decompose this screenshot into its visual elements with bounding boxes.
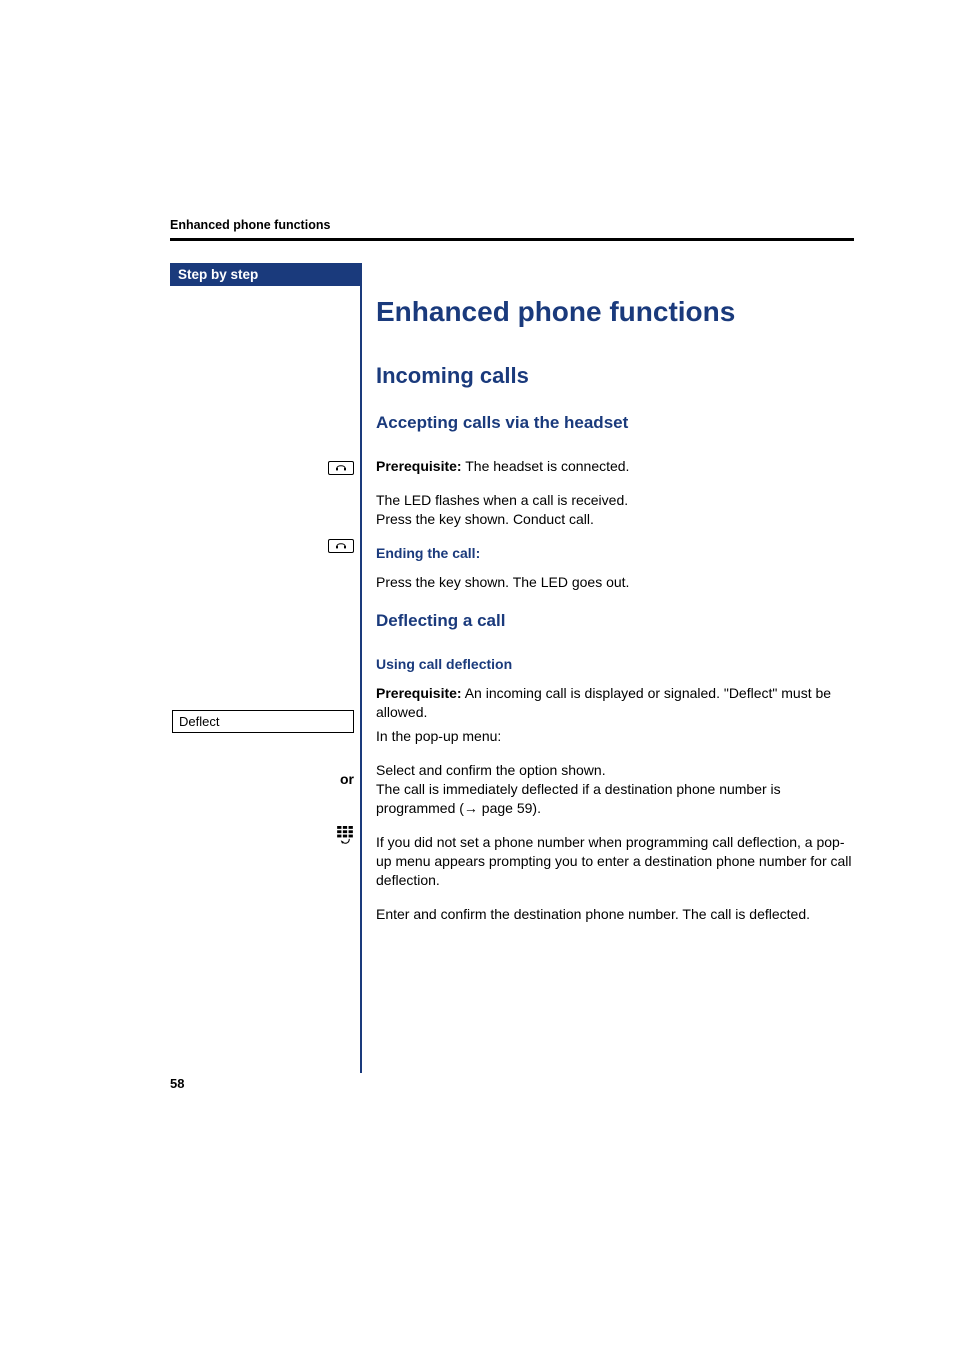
prereq-1-text: The headset is connected.: [462, 458, 630, 474]
popup-menu-line: In the pop-up menu:: [376, 727, 854, 746]
sidebar-title: Step by step: [170, 263, 360, 286]
select-confirm-text: Select and confirm the option shown. The…: [376, 761, 854, 818]
headset-key-icon: [328, 460, 354, 478]
heading-3-deflecting: Deflecting a call: [376, 610, 854, 633]
page-number: 58: [170, 1076, 184, 1091]
heading-3-headset: Accepting calls via the headset: [376, 412, 854, 435]
heading-1: Enhanced phone functions: [376, 293, 854, 331]
led-flashes-text: The LED flashes when a call is received.…: [376, 491, 854, 529]
press-key-led-out: Press the key shown. The LED goes out.: [376, 573, 854, 592]
enter-confirm-text: Enter and confirm the destination phone …: [376, 905, 854, 924]
or-label: or: [340, 771, 354, 789]
heading-ending-call: Ending the call:: [376, 544, 854, 563]
prereq-label: Prerequisite:: [376, 458, 462, 474]
keypad-icon: [336, 826, 354, 846]
prerequisite-1: Prerequisite: The headset is connected.: [376, 457, 854, 476]
main-content: Enhanced phone functions Incoming calls …: [372, 263, 854, 1073]
if-not-set-text: If you did not set a phone number when p…: [376, 833, 854, 890]
prerequisite-2: Prerequisite: An incoming call is displa…: [376, 684, 854, 722]
headset-key-icon: [328, 538, 354, 556]
prereq-label-2: Prerequisite:: [376, 685, 462, 701]
heading-using-deflection: Using call deflection: [376, 655, 854, 674]
running-header: Enhanced phone functions: [170, 218, 854, 241]
menu-option-deflect: Deflect: [172, 710, 354, 733]
heading-2-incoming: Incoming calls: [376, 361, 854, 391]
step-sidebar: Step by step: [170, 263, 362, 1073]
